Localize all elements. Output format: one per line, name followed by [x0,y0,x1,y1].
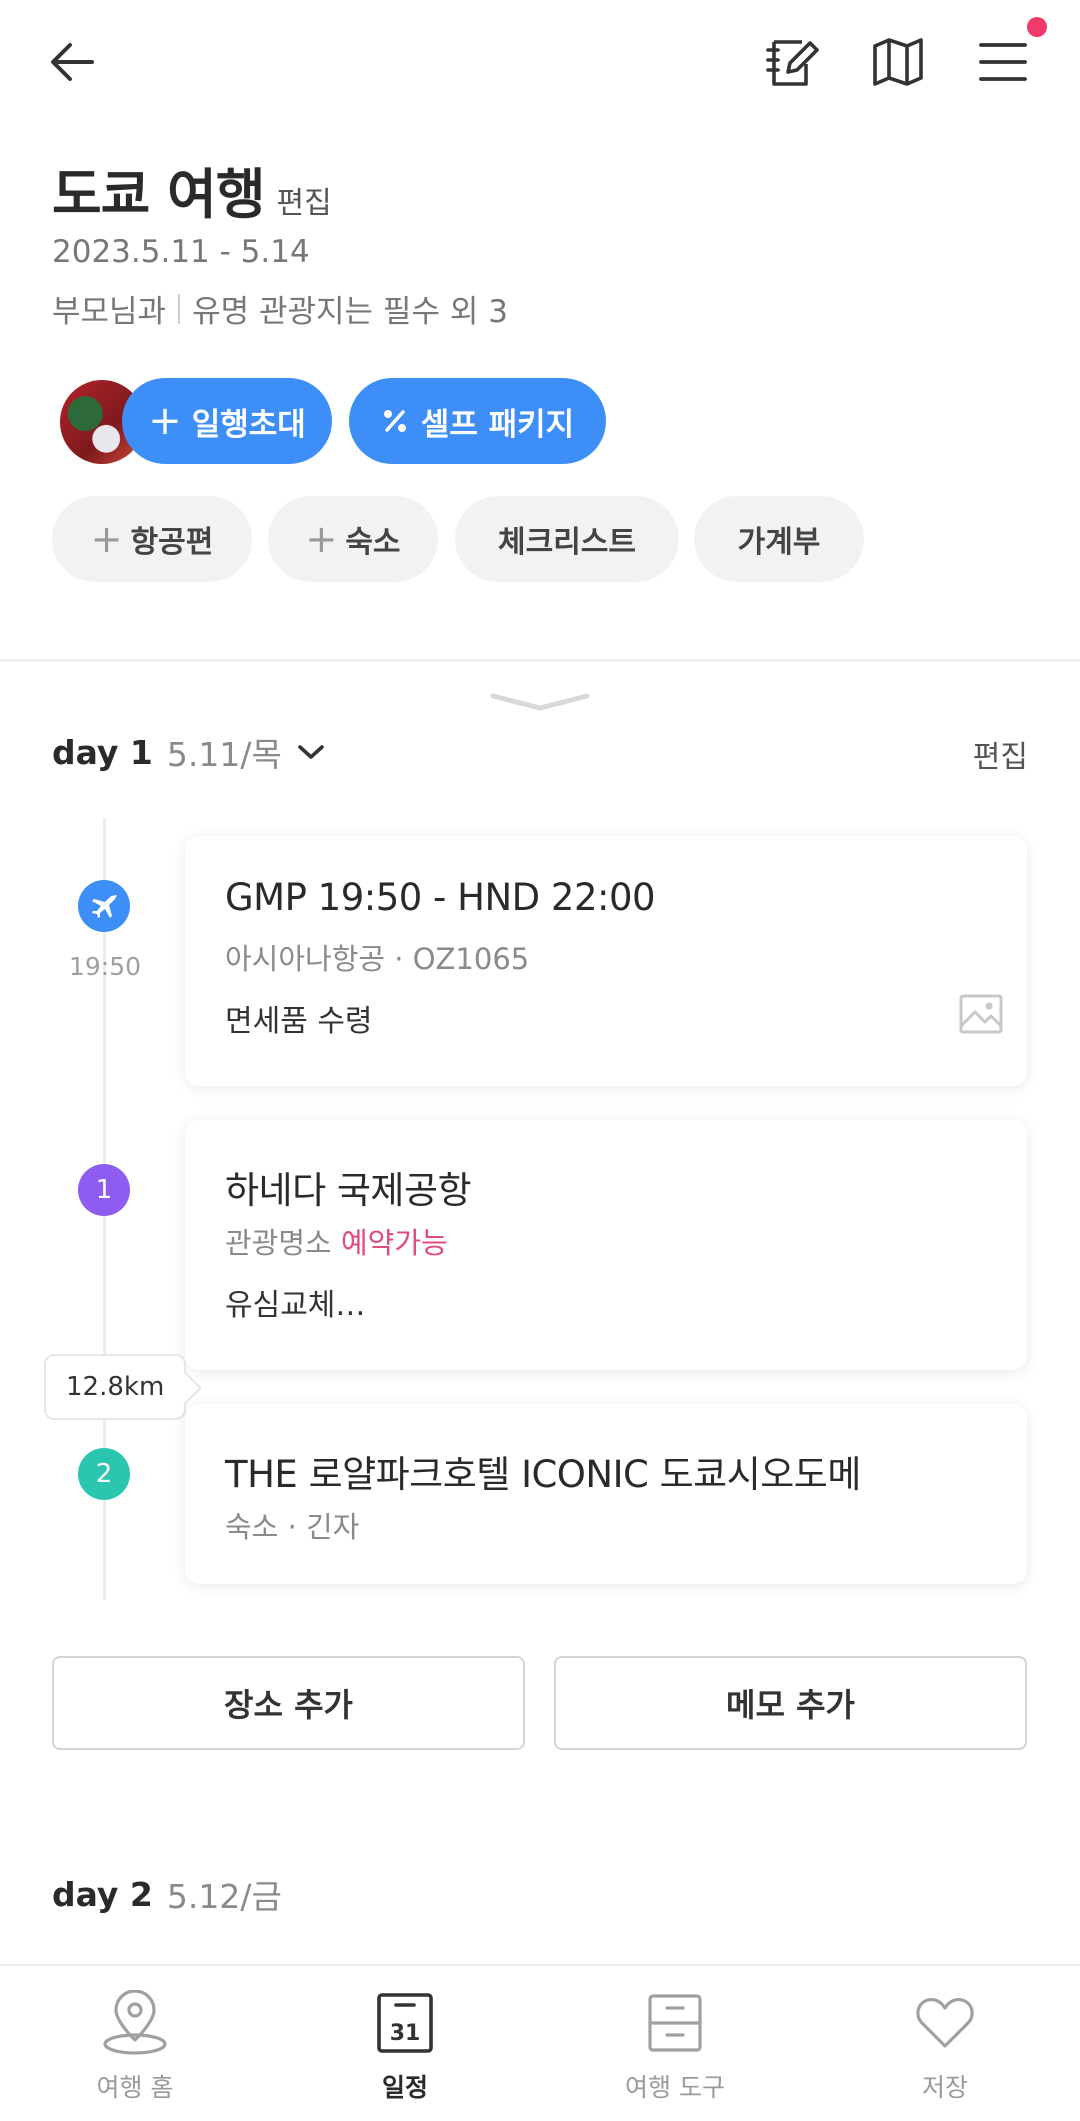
place-marker-1: 1 [78,1164,130,1216]
day1-header[interactable]: day 1 5.11/목 [52,728,326,776]
place-card-1[interactable]: 하네다 국제공항 관광명소 예약가능 유심교체… [185,1120,1027,1370]
tag-separator [178,293,181,324]
day2-header[interactable]: day 2 5.12/금 [52,1870,282,1918]
back-arrow-icon [51,43,94,81]
plus-icon: + [305,517,338,561]
flight-route: GMP 19:50 - HND 22:00 [225,876,656,919]
flight-card[interactable]: GMP 19:50 - HND 22:00 아시아나항공 · OZ1065 면세… [185,836,1027,1086]
notification-dot [1027,17,1047,37]
place-title: 하네다 국제공항 [225,1169,472,1212]
map-button[interactable] [862,26,934,98]
nav-saved[interactable]: 저장 [810,1966,1080,2121]
plus-icon: + [148,398,182,444]
note-edit-icon [766,40,819,86]
add-memo-button[interactable]: 메모 추가 [554,1656,1027,1750]
calendar-day-text: 31 [390,2021,421,2046]
chip-label: 항공편 [130,525,214,560]
place-title: THE 로얄파크호텔 ICONIC 도쿄시오도메 [225,1453,861,1496]
location-pin-icon [103,1990,167,2055]
place-category-label: 관광명소 [225,1226,332,1260]
place-memo: 유심교체… [225,1288,366,1323]
distance-badge: 12.8km [44,1354,187,1420]
note-edit-button[interactable] [756,26,828,98]
chip-flight[interactable]: + 항공편 [52,496,252,582]
day2-date: 5.12/금 [166,1877,282,1916]
package-label: 셀프 패키지 [420,406,575,443]
invite-companion-button[interactable]: + 일행초대 [122,378,332,464]
day1-date: 5.11/목 [166,735,282,774]
nav-trip-home[interactable]: 여행 홈 [0,1966,270,2121]
nav-schedule[interactable]: 31 일정 [270,1966,540,2121]
trip-dates: 2023.5.11 - 5.14 [52,234,310,270]
chip-accommodation[interactable]: + 숙소 [268,496,438,582]
image-icon[interactable] [959,994,1003,1034]
bottom-navigation: 여행 홈 31 일정 여행 도구 저장 [0,1964,1080,2121]
trip-title-row: 도쿄 여행 편집 [52,150,332,229]
place-category: 숙소 · 긴자 [225,1510,360,1544]
chip-checklist[interactable]: 체크리스트 [455,496,679,582]
map-icon [873,38,923,86]
day1-label: day 1 [52,732,153,772]
trip-tag: 부모님과 [52,294,167,330]
chip-budget[interactable]: 가계부 [694,496,864,582]
flight-marker [78,880,130,932]
collapse-handle-icon[interactable] [490,690,590,714]
marker-number: 2 [95,1459,113,1489]
self-package-button[interactable]: 셀프 패키지 [349,378,606,464]
title-edit-link[interactable]: 편집 [277,178,332,222]
chip-label: 가계부 [737,525,821,560]
place-card-2[interactable]: THE 로얄파크호텔 ICONIC 도쿄시오도메 숙소 · 긴자 [185,1404,1027,1584]
chevron-down-icon [298,745,324,759]
marker-number: 1 [95,1175,113,1205]
nav-trip-tools[interactable]: 여행 도구 [540,1966,810,2121]
nav-label: 일정 [381,2073,428,2102]
plus-icon: + [90,517,123,561]
add-place-button[interactable]: 장소 추가 [52,1656,525,1750]
nav-label: 저장 [921,2073,968,2102]
place-marker-2: 2 [78,1448,130,1500]
flight-memo: 면세품 수령 [225,1004,373,1039]
top-bar [0,0,1080,124]
heart-icon [916,1997,974,2048]
nav-label: 여행 홈 [96,2073,174,2102]
toolbox-icon [648,1994,702,2052]
airplane-icon [92,895,117,918]
menu-button[interactable] [967,26,1039,98]
trip-title: 도쿄 여행 [52,163,266,226]
nav-label: 여행 도구 [625,2073,725,2102]
trip-tags[interactable]: 부모님과 유명 관광지는 필수 외 3 [52,286,508,331]
place-category: 관광명소 예약가능 [225,1220,448,1262]
section-divider [0,659,1080,662]
trip-tag: 유명 관광지는 필수 외 3 [192,294,508,330]
day2-label: day 2 [52,1874,153,1914]
day1-edit-button[interactable]: 편집 [973,732,1028,776]
reservable-badge[interactable]: 예약가능 [341,1226,448,1260]
invite-label: 일행초대 [191,406,306,443]
percent-icon [383,410,406,432]
calendar-icon: 31 [377,1993,433,2053]
back-button[interactable] [36,26,108,98]
flight-airline: 아시아나항공 · OZ1065 [225,942,530,976]
chip-label: 숙소 [345,525,401,560]
hamburger-menu-icon [979,43,1027,81]
chip-label: 체크리스트 [498,525,636,560]
flight-time: 19:50 [68,952,142,981]
